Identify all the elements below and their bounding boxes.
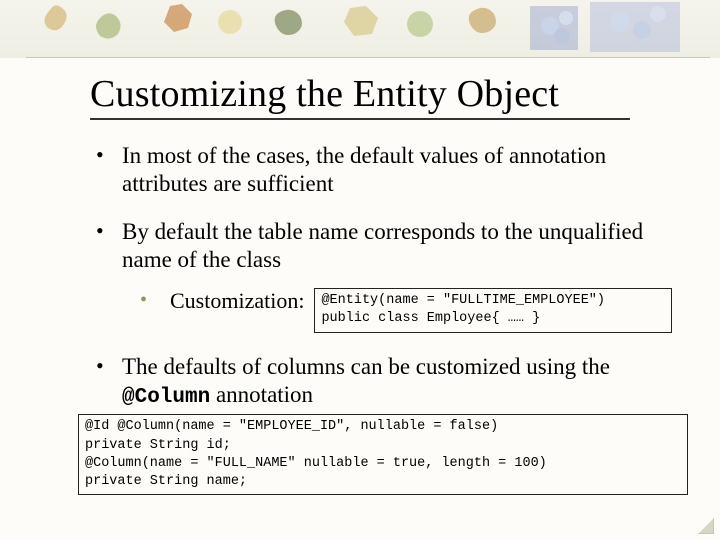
bullet-text-pre: The defaults of columns can be customize…	[122, 354, 610, 379]
slide-title: Customizing the Entity Object	[90, 72, 672, 116]
page-corner-icon	[698, 518, 714, 534]
bullet-item: The defaults of columns can be customize…	[90, 353, 672, 496]
bullet-text-post: annotation	[210, 382, 313, 407]
bullet-list: In most of the cases, the default values…	[90, 142, 672, 495]
inline-code: @Column	[122, 386, 210, 409]
decorative-banner	[0, 0, 720, 58]
code-box-entity: @Entity(name = "FULLTIME_EMPLOYEE") publ…	[314, 288, 672, 332]
slide-content: Customizing the Entity Object In most of…	[0, 58, 720, 495]
sub-bullet-label: Customization:	[170, 288, 304, 315]
title-underline	[90, 118, 630, 120]
code-box-column: @Id @Column(name = "EMPLOYEE_ID", nullab…	[78, 414, 688, 495]
sub-bullet-item: Customization: @Entity(name = "FULLTIME_…	[122, 288, 672, 332]
bullet-text: By default the table name corresponds to…	[122, 219, 643, 272]
bullet-text: In most of the cases, the default values…	[122, 143, 606, 196]
sub-bullet-list: Customization: @Entity(name = "FULLTIME_…	[122, 288, 672, 332]
bullet-item: By default the table name corresponds to…	[90, 218, 672, 333]
bullet-item: In most of the cases, the default values…	[90, 142, 672, 198]
